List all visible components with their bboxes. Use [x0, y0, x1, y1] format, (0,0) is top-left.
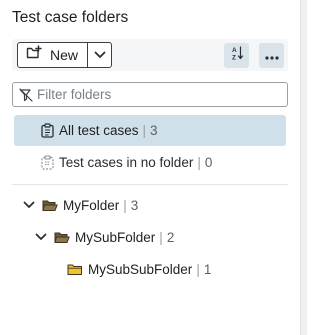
all-test-cases-count: 3 — [150, 123, 158, 138]
all-test-cases-label: All test cases — [59, 123, 139, 138]
tree-item-label: MyFolder — [63, 197, 120, 213]
folder-open-icon — [54, 230, 70, 244]
test-case-folders-panel: Test case folders New A Z Filter folders… — [0, 0, 300, 335]
clipboard-dashed-icon — [41, 155, 54, 170]
test-cases-no-folder-item[interactable]: Test cases in no folder | 0 — [14, 148, 286, 177]
sort-az-icon: A Z — [230, 45, 244, 66]
new-options-dropdown-button[interactable] — [88, 43, 111, 67]
count-separator: | — [197, 155, 201, 170]
count-separator: | — [123, 197, 127, 213]
svg-text:Z: Z — [232, 55, 236, 62]
tree-item-myfolder[interactable]: MyFolder | 3 — [22, 193, 138, 217]
filter-folders-input[interactable] — [37, 87, 277, 102]
new-folder-button[interactable]: New — [18, 43, 89, 67]
count-separator: | — [159, 229, 163, 245]
new-folder-icon — [26, 45, 43, 65]
tree-item-count: 3 — [130, 197, 139, 213]
new-button-group: New — [17, 42, 113, 68]
panel-resize-edge[interactable] — [300, 0, 307, 335]
sort-folders-button[interactable]: A Z — [224, 43, 249, 68]
folder-toolbar: New A Z — [12, 39, 288, 71]
tree-item-label: MySubSubFolder — [88, 261, 193, 277]
folder-icon — [67, 262, 83, 276]
tree-item-label: MySubFolder — [75, 229, 156, 245]
divider — [12, 184, 288, 185]
more-options-button[interactable] — [259, 43, 284, 68]
expand-chevron-icon[interactable] — [22, 198, 36, 212]
tree-item-mysubfolder[interactable]: MySubFolder | 2 — [34, 225, 174, 249]
no-folder-label: Test cases in no folder — [59, 155, 194, 170]
clipboard-list-icon — [41, 123, 54, 138]
all-test-cases-item[interactable]: All test cases | 3 — [14, 115, 286, 146]
panel-title: Test case folders — [12, 9, 129, 26]
expand-chevron-icon[interactable] — [34, 230, 48, 244]
filter-folders-field — [12, 82, 288, 107]
new-button-label: New — [50, 47, 79, 63]
tree-item-count: 2 — [166, 229, 175, 245]
tree-item-count: 1 — [203, 261, 212, 277]
more-horizontal-icon — [264, 47, 279, 65]
count-separator: | — [196, 261, 200, 277]
count-separator: | — [142, 123, 147, 138]
folder-open-icon — [42, 198, 58, 212]
filter-icon — [15, 83, 37, 106]
no-folder-count: 0 — [204, 155, 213, 170]
svg-text:A: A — [232, 47, 237, 54]
tree-item-mysubsubfolder[interactable]: MySubSubFolder | 1 — [67, 257, 211, 281]
chevron-down-icon — [94, 46, 106, 64]
